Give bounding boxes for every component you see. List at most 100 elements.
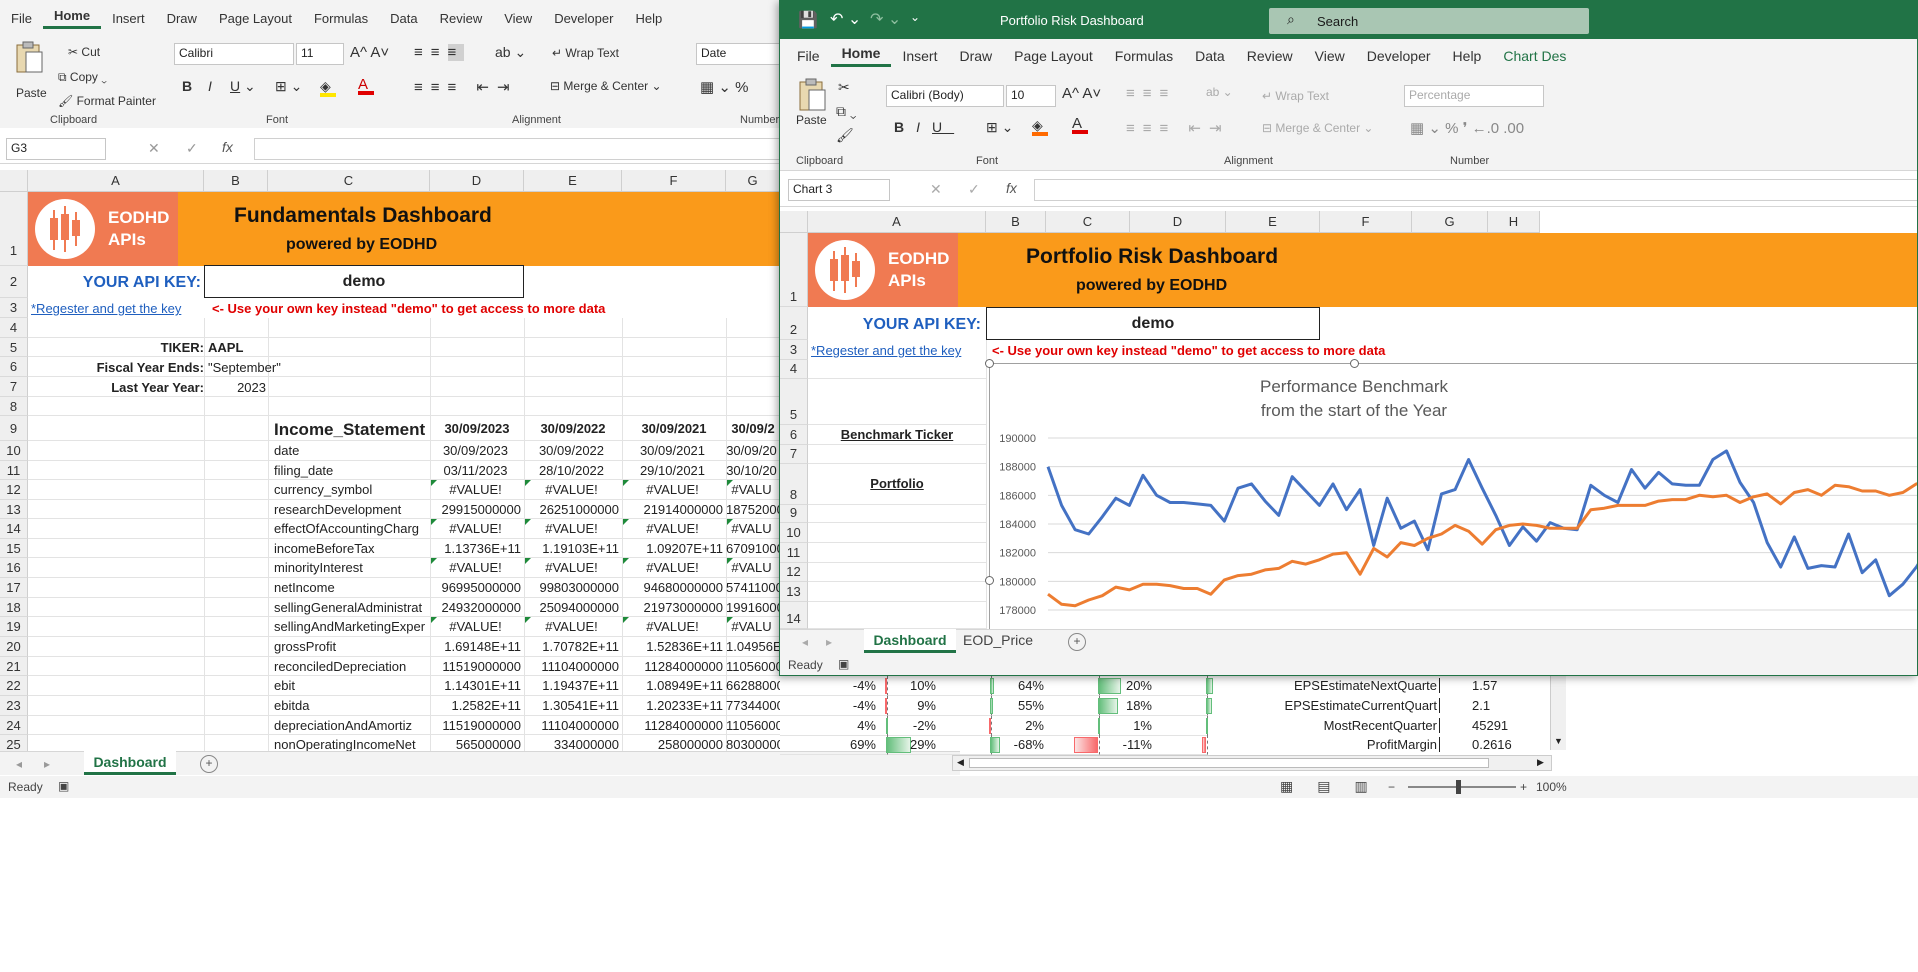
underline-button[interactable]: U ⌄ bbox=[230, 78, 256, 95]
right-row-header-8[interactable]: 8 bbox=[780, 464, 808, 505]
value-cell[interactable]: 1.04956E bbox=[726, 639, 780, 654]
value-cell[interactable]: 57411000 bbox=[726, 580, 780, 595]
tab-dashboard[interactable]: Dashboard bbox=[84, 751, 176, 775]
right-wrap-text-button[interactable]: ↵ Wrap Text bbox=[1262, 89, 1329, 103]
value-cell[interactable]: 1.69148E+11 bbox=[430, 639, 524, 654]
right-font-grow-icon[interactable]: A^ A˅ bbox=[1062, 85, 1101, 102]
row-header-16[interactable]: 16 bbox=[0, 558, 28, 578]
row-header-8[interactable]: 8 bbox=[0, 397, 28, 416]
right-menu-chart-des[interactable]: Chart Des bbox=[1492, 48, 1577, 64]
fill-color-icon[interactable]: ◈ bbox=[320, 78, 336, 97]
value-cell[interactable]: 11284000000 bbox=[622, 659, 726, 674]
right-row-header-4[interactable]: 4 bbox=[780, 360, 808, 379]
value-cell[interactable]: 99803000000 bbox=[524, 580, 622, 595]
right-number-format-combo[interactable]: Percentage bbox=[1404, 85, 1544, 107]
increase-font-icon[interactable]: A^ A˅ bbox=[350, 44, 389, 61]
scroll-down-icon[interactable]: ▼ bbox=[1554, 736, 1563, 746]
zoom-slider[interactable] bbox=[1408, 786, 1516, 788]
chart-resize-handle-top[interactable] bbox=[1350, 359, 1359, 368]
value-cell[interactable]: #VALU bbox=[726, 619, 780, 634]
value-cell[interactable]: 1.52836E+11 bbox=[622, 639, 726, 654]
right-merge-button[interactable]: ⊟ Merge & Center ⌄ bbox=[1262, 121, 1373, 135]
value-cell[interactable]: 03/11/2023 bbox=[430, 463, 524, 478]
vertical-align-icons[interactable]: ≡≡≡ bbox=[414, 44, 465, 61]
menu-view[interactable]: View bbox=[493, 11, 543, 26]
percent-icon[interactable]: ▦ ⌄ % bbox=[700, 78, 748, 96]
row-header-24[interactable]: 24 bbox=[0, 716, 28, 735]
right-menu-review[interactable]: Review bbox=[1236, 48, 1304, 64]
right-orientation-icon[interactable]: ab ⌄ bbox=[1206, 85, 1233, 99]
col-header-A[interactable]: A bbox=[28, 170, 204, 192]
value-cell[interactable]: 11284000000 bbox=[622, 718, 726, 733]
value-cell[interactable]: 11056000000 bbox=[726, 718, 780, 733]
right-row-header-9[interactable]: 9 bbox=[780, 505, 808, 523]
value-cell[interactable]: 258000000 bbox=[622, 737, 726, 752]
right-menu-page-layout[interactable]: Page Layout bbox=[1003, 48, 1104, 64]
value-cell[interactable]: 66288000000 bbox=[726, 678, 780, 693]
value-cell[interactable]: 28/10/2022 bbox=[524, 463, 622, 478]
right-font-name-combo[interactable]: Calibri (Body) bbox=[886, 85, 1004, 107]
row-header-2[interactable]: 2 bbox=[0, 266, 28, 298]
value-cell[interactable]: #VALUE! bbox=[622, 521, 726, 536]
row-header-23[interactable]: 23 bbox=[0, 696, 28, 716]
row-header-19[interactable]: 19 bbox=[0, 617, 28, 637]
right-tab-dashboard[interactable]: Dashboard bbox=[864, 629, 956, 653]
right-register-link[interactable]: *Regester and get the key bbox=[811, 343, 961, 358]
right-paste-icon[interactable] bbox=[796, 77, 830, 113]
value-cell[interactable]: 1.2582E+11 bbox=[430, 698, 524, 713]
row-header-14[interactable]: 14 bbox=[0, 519, 28, 539]
row-header-13[interactable]: 13 bbox=[0, 500, 28, 519]
row-header-15[interactable]: 15 bbox=[0, 539, 28, 558]
row-header-12[interactable]: 12 bbox=[0, 480, 28, 500]
add-sheet-icon[interactable]: + bbox=[200, 755, 218, 773]
right-enter-icon[interactable]: ✓ bbox=[968, 181, 980, 198]
value-cell[interactable]: 11104000000 bbox=[524, 718, 622, 733]
save-icon[interactable]: 💾 bbox=[798, 10, 818, 30]
bold-button[interactable]: B bbox=[182, 78, 192, 94]
value-cell[interactable]: 1.13736E+11 bbox=[430, 541, 524, 556]
row-header-5[interactable]: 5 bbox=[0, 338, 28, 357]
paste-icon[interactable] bbox=[12, 40, 46, 74]
menu-draw[interactable]: Draw bbox=[156, 11, 208, 26]
right-menu-developer[interactable]: Developer bbox=[1356, 48, 1442, 64]
fx-icon[interactable]: fx bbox=[222, 139, 233, 155]
menu-data[interactable]: Data bbox=[379, 11, 428, 26]
value-cell[interactable]: 29915000000 bbox=[430, 502, 524, 517]
col-header-F[interactable]: F bbox=[622, 170, 726, 192]
borders-icon[interactable]: ⊞ ⌄ bbox=[275, 78, 302, 95]
undo-icon[interactable]: ↶ ⌄ bbox=[830, 9, 861, 29]
right-row-header-3[interactable]: 3 bbox=[780, 340, 808, 360]
wrap-text-button[interactable]: ↵ Wrap Text bbox=[552, 46, 619, 60]
row-header-20[interactable]: 20 bbox=[0, 637, 28, 657]
row-header-6[interactable]: 6 bbox=[0, 357, 28, 377]
zoom-in-icon[interactable]: + bbox=[1520, 780, 1527, 794]
right-cancel-icon[interactable]: ✕ bbox=[930, 181, 942, 198]
right-tab-eod-price[interactable]: EOD_Price bbox=[958, 632, 1038, 648]
right-valign-icons[interactable]: ≡≡≡ bbox=[1126, 85, 1176, 102]
left-formula-input[interactable] bbox=[254, 138, 780, 160]
row-header-17[interactable]: 17 bbox=[0, 578, 28, 598]
value-cell[interactable]: 29/10/2021 bbox=[622, 463, 726, 478]
value-cell[interactable]: #VALUE! bbox=[524, 521, 622, 536]
value-cell[interactable]: 1.70782E+11 bbox=[524, 639, 622, 654]
right-api-key-input[interactable]: demo bbox=[986, 307, 1320, 340]
right-fill-color-icon[interactable]: ◈ bbox=[1032, 117, 1048, 136]
right-col-header-F[interactable]: F bbox=[1320, 211, 1412, 233]
right-add-sheet-icon[interactable]: + bbox=[1068, 633, 1086, 651]
row-header-18[interactable]: 18 bbox=[0, 598, 28, 617]
col-header-C[interactable]: C bbox=[268, 170, 430, 192]
right-row-header-7[interactable]: 7 bbox=[780, 445, 808, 464]
right-menu-data[interactable]: Data bbox=[1184, 48, 1236, 64]
horizontal-align-icons[interactable]: ≡≡≡ ⇤⇥ bbox=[414, 78, 518, 96]
value-cell[interactable]: #VALUE! bbox=[430, 560, 524, 575]
right-menu-draw[interactable]: Draw bbox=[948, 48, 1003, 64]
chart-resize-handle-tl[interactable] bbox=[985, 359, 994, 368]
right-col-header-G[interactable]: G bbox=[1412, 211, 1488, 233]
right-row-header-10[interactable]: 10 bbox=[780, 523, 808, 543]
row-header-3[interactable]: 3 bbox=[0, 298, 28, 318]
value-cell[interactable]: 11104000000 bbox=[524, 659, 622, 674]
zoom-level[interactable]: 100% bbox=[1536, 780, 1567, 794]
value-cell[interactable]: #VALUE! bbox=[524, 482, 622, 497]
right-macro-icon[interactable]: ▣ bbox=[838, 657, 849, 671]
ticker-value[interactable]: AAPL bbox=[208, 340, 243, 355]
